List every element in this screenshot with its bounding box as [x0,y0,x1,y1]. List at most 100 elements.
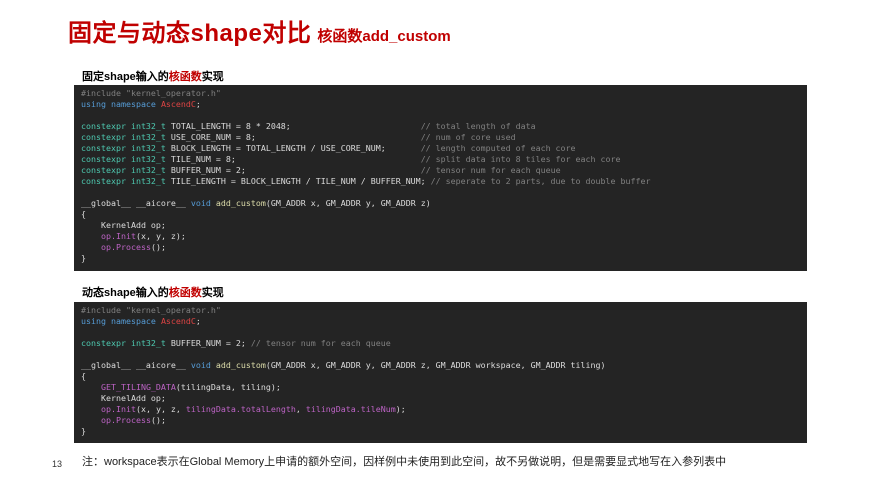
tiling-args: (tilingData, tiling); [175,382,281,392]
code-line-tiling: GET_TILING_DATA(tilingData, tiling); [81,382,800,393]
const-line: constexpr int32_t BUFFER_NUM = 2; // ten… [81,165,800,176]
page-number: 13 [52,459,63,469]
code-line-close-brace: } [81,426,86,436]
comment-padding [291,121,421,131]
signature-function-name: add_custom [215,360,266,370]
signature-void: void [190,360,211,370]
const-line: constexpr int32_t BLOCK_LENGTH = TOTAL_L… [81,143,800,154]
comment-padding [236,154,421,164]
fixed-label-suffix: 实现 [201,71,224,83]
dynamic-label-suffix: 实现 [201,287,224,299]
init-function: Init [115,231,136,241]
decl-keyword: constexpr int32_t [81,176,166,186]
code-line-open-brace: { [81,371,86,381]
code-line-include: #include "kernel_operator.h" [81,305,221,315]
code-line-signature: __global__ __aicore__ void add_custom(GM… [81,198,800,209]
tiling-macro: GET_TILING_DATA [100,382,176,392]
code-line-signature: __global__ __aicore__ void add_custom(GM… [81,360,800,371]
footer-note: 注：workspace表示在Global Memory上申请的额外空间，因样例中… [82,456,727,468]
const-line: constexpr int32_t USE_CORE_NUM = 8; // n… [81,132,800,143]
init-object: op. [100,404,116,414]
process-object: op. [100,415,116,425]
fixed-code-block[interactable]: #include "kernel_operator.h" using names… [74,85,807,271]
const-comment: // total length of data [420,121,536,131]
const-comment: // length computed of each core [420,143,576,153]
body-object-decl: KernelAdd op; [100,220,166,230]
signature-qualifiers: __global__ __aicore__ [81,198,186,208]
dynamic-code-block[interactable]: #include "kernel_operator.h" using names… [74,302,807,443]
fixed-section-label: 固定shape输入的核函数实现 [82,68,224,84]
process-function: Process [115,242,151,252]
process-args: (); [150,415,166,425]
using-end: ; [195,99,201,109]
code-line-body-init: op.Init(x, y, z, tilingData.totalLength,… [81,404,800,415]
decl-keyword: constexpr int32_t [81,338,166,348]
fixed-label-highlight: 核函数 [168,71,202,83]
init-arg-tile-num: tilingData.tileNum [305,404,396,414]
decl-keyword: constexpr int32_t [81,143,166,153]
dynamic-label-prefix: 动态shape输入的 [82,287,169,299]
const-declarations: constexpr int32_t TOTAL_LENGTH = 8 * 204… [81,121,800,187]
body-object-decl: KernelAdd op; [100,393,166,403]
init-arg-total-length: tilingData.totalLength [185,404,296,414]
const-code: TOTAL_LENGTH = 8 * 2048; [165,121,291,131]
code-line-using: using namespace AscendC; [81,99,800,110]
process-object: op. [100,242,116,252]
comment-padding [246,165,421,175]
code-line-include: #include "kernel_operator.h" [81,88,221,98]
init-function: Init [115,404,136,414]
slide-title: 固定与动态shape对比 [68,20,312,47]
signature-params: (GM_ADDR x, GM_ADDR y, GM_ADDR z, GM_ADD… [265,360,606,370]
init-object: op. [100,231,116,241]
using-namespace: AscendC [160,99,196,109]
dynamic-section-label: 动态shape输入的核函数实现 [82,284,224,300]
using-end: ; [195,316,201,326]
using-keyword: using namespace [81,316,156,326]
buffer-comment: // tensor num for each queue [250,338,391,348]
using-keyword: using namespace [81,99,156,109]
code-line-body-process: op.Process(); [81,415,800,426]
const-comment: // split data into 8 tiles for each core [420,154,621,164]
const-code: USE_CORE_NUM = 8; [165,132,256,142]
decl-keyword: constexpr int32_t [81,121,166,131]
buffer-decl: BUFFER_NUM = 2; [165,338,246,348]
using-namespace: AscendC [160,316,196,326]
process-function: Process [115,415,151,425]
signature-params: (GM_ADDR x, GM_ADDR y, GM_ADDR z) [265,198,431,208]
code-line-body-process: op.Process(); [81,242,800,253]
const-comment: // seperate to 2 parts, due to double bu… [430,176,651,186]
const-code: TILE_NUM = 8; [165,154,236,164]
signature-function-name: add_custom [215,198,266,208]
code-line-body-init: op.Init(x, y, z); [81,231,800,242]
decl-keyword: constexpr int32_t [81,132,166,142]
const-line: constexpr int32_t TILE_LENGTH = BLOCK_LE… [81,176,800,187]
init-args: (x, y, z); [135,231,186,241]
process-args: (); [150,242,166,252]
dynamic-label-highlight: 核函数 [168,287,202,299]
fixed-label-prefix: 固定shape输入的 [82,71,169,83]
comment-padding [386,143,421,153]
code-line-body-obj: KernelAdd op; [81,220,800,231]
signature-qualifiers: __global__ __aicore__ [81,360,186,370]
slide-title-row: 固定与动态shape对比 核函数add_custom [68,13,451,48]
const-line: constexpr int32_t TOTAL_LENGTH = 8 * 204… [81,121,800,132]
const-comment: // num of core used [420,132,516,142]
const-code: BUFFER_NUM = 2; [165,165,246,175]
const-code: BLOCK_LENGTH = TOTAL_LENGTH / USE_CORE_N… [165,143,386,153]
decl-keyword: constexpr int32_t [81,154,166,164]
comment-padding [256,132,421,142]
init-args: (x, y, z, [135,404,186,414]
init-arg-separator: , [295,404,306,414]
const-comment: // tensor num for each queue [420,165,561,175]
decl-keyword: constexpr int32_t [81,165,166,175]
const-code: TILE_LENGTH = BLOCK_LENGTH / TILE_NUM / … [165,176,426,186]
const-line: constexpr int32_t TILE_NUM = 8; // split… [81,154,800,165]
code-line-close-brace: } [81,253,86,263]
signature-void: void [190,198,211,208]
code-line-open-brace: { [81,209,86,219]
slide-subtitle: 核函数add_custom [317,28,451,45]
